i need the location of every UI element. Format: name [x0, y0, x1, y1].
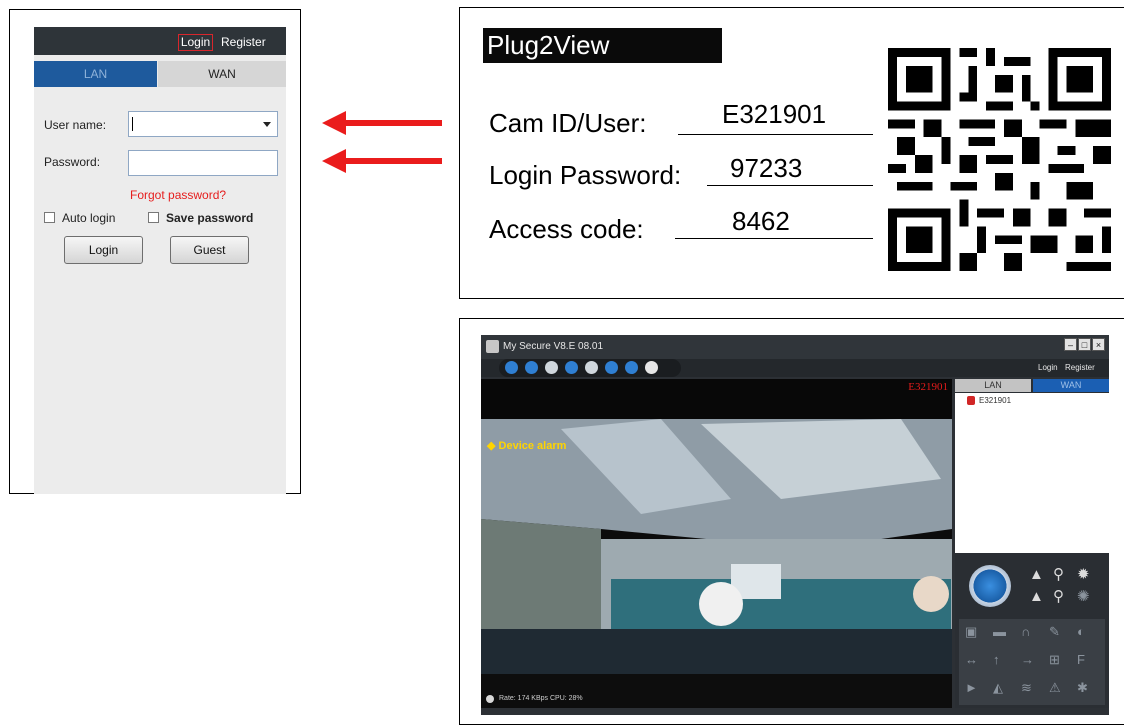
control-grid: ▣ ▬ ∩ ✎ ◐ ↔ ↑ → ⊞ F ► ◭ ≋ ⚠ ✱ — [959, 619, 1105, 705]
cam-id-underline — [678, 134, 873, 135]
arrow-head-icon — [322, 111, 346, 135]
video-feed[interactable]: E321901 ◆ Device alarm — [481, 379, 952, 708]
login-panel: Login Register LAN WAN User name: Passwo… — [9, 9, 301, 494]
cam-id-label: Cam ID/User: — [489, 108, 647, 138]
light-icon[interactable]: ◭ — [993, 681, 1003, 695]
search-icon[interactable] — [565, 361, 578, 374]
tilt-up-icon[interactable]: ▲ — [1029, 567, 1044, 582]
monitor-icon[interactable] — [605, 361, 618, 374]
auto-login-checkbox[interactable] — [44, 212, 55, 223]
wifi-icon[interactable]: ≋ — [1021, 681, 1032, 695]
access-code-label: Access code: — [489, 214, 644, 244]
app-login-link[interactable]: Login — [1038, 363, 1058, 372]
side-tab-lan[interactable]: LAN — [955, 379, 1031, 392]
app-title: My Secure V8.E 08.01 — [503, 341, 604, 352]
chevron-down-icon[interactable] — [263, 122, 271, 127]
brightness-up-icon[interactable]: ✹ — [1077, 567, 1090, 582]
qr-code — [888, 48, 1111, 271]
horizontal-icon[interactable]: ↔ — [965, 653, 978, 667]
zoom-in-icon[interactable]: ⚲ — [1053, 567, 1064, 582]
password-input[interactable] — [128, 150, 278, 176]
arrow-head-icon — [322, 149, 346, 173]
login-button[interactable]: Login — [64, 236, 143, 264]
power-icon[interactable]: ◐ — [1077, 625, 1085, 639]
arrow-shaft — [344, 120, 442, 126]
text-caret — [132, 117, 133, 131]
device-alarm-badge: ◆ Device alarm — [487, 440, 567, 452]
settings-icon[interactable]: ✱ — [1077, 681, 1088, 695]
app-register-link[interactable]: Register — [1065, 363, 1095, 372]
office-camera-image — [481, 379, 952, 708]
login-password-label: Login Password: — [489, 160, 682, 190]
side-tab-wan[interactable]: WAN — [1033, 379, 1109, 392]
top-login-link[interactable]: Login — [178, 34, 213, 51]
video-icon[interactable]: ▬ — [993, 625, 1006, 639]
login-dialog: Login Register LAN WAN User name: Passwo… — [34, 27, 286, 494]
play-icon[interactable]: ► — [965, 681, 978, 695]
headphone-icon[interactable]: ∩ — [1021, 625, 1030, 639]
auto-login-label: Auto login — [62, 211, 116, 225]
save-password-checkbox[interactable] — [148, 212, 159, 223]
app-title-bar: My Secure V8.E 08.01 – □ × — [481, 335, 1109, 359]
minimize-button[interactable]: – — [1064, 338, 1077, 351]
app-logo-icon — [486, 340, 499, 353]
arrow-shaft — [344, 158, 442, 164]
brand-banner: Plug2View — [483, 28, 722, 63]
alarm-icon[interactable]: ⚠ — [1049, 681, 1061, 695]
username-label: User name: — [44, 118, 107, 132]
tilt-down-icon[interactable]: ▲ — [1029, 589, 1044, 604]
login-password-value: 97233 — [730, 153, 803, 183]
lock-icon[interactable] — [585, 361, 598, 374]
top-register-link[interactable]: Register — [221, 35, 266, 49]
ptz-joystick[interactable] — [969, 565, 1011, 607]
snapshot-icon[interactable]: ▣ — [965, 625, 977, 639]
help-icon[interactable] — [625, 361, 638, 374]
camera-id-overlay: E321901 — [908, 381, 948, 393]
layout-icon[interactable] — [505, 361, 518, 374]
device-list: E321901 — [955, 393, 1109, 553]
guest-button[interactable]: Guest — [170, 236, 249, 264]
tab-lan[interactable]: LAN — [34, 61, 157, 87]
mic-icon[interactable]: ✎ — [1049, 625, 1060, 639]
app-toolbar — [481, 359, 1109, 377]
arrow-to-username — [322, 110, 442, 136]
record-icon[interactable] — [525, 361, 538, 374]
maximize-button[interactable]: □ — [1078, 338, 1091, 351]
login-password-underline — [707, 185, 873, 186]
arrow-to-password — [322, 148, 442, 174]
cam-id-value: E321901 — [722, 99, 827, 129]
tab-wan[interactable]: WAN — [158, 61, 286, 87]
access-code-underline — [675, 238, 873, 239]
login-top-bar: Login Register — [34, 27, 286, 55]
cruise-icon[interactable]: → — [1021, 653, 1034, 667]
status-info-icon — [486, 695, 494, 703]
side-panel: LAN WAN E321901 ▲ ⚲ ✹ ▲ ⚲ ✺ ▣ ▬ ∩ ✎ ◐ ↔ … — [955, 379, 1109, 708]
app-window: My Secure V8.E 08.01 – □ × Login Registe… — [481, 335, 1109, 715]
info-icon[interactable] — [645, 361, 658, 374]
camera-device-icon — [967, 396, 975, 405]
close-button[interactable]: × — [1092, 338, 1105, 351]
vertical-icon[interactable]: ↑ — [993, 653, 1000, 667]
device-list-item[interactable]: E321901 — [979, 396, 1011, 405]
save-password-label: Save password — [166, 211, 254, 225]
app-screenshot-frame: My Secure V8.E 08.01 – □ × Login Registe… — [459, 318, 1124, 725]
status-text: Rate: 174 KBps CPU: 28% — [499, 695, 583, 702]
password-label: Password: — [44, 155, 101, 169]
brightness-down-icon[interactable]: ✺ — [1077, 589, 1090, 604]
username-input[interactable] — [128, 111, 278, 137]
camera-label-card: Plug2View Cam ID/User: E321901 Login Pas… — [459, 7, 1124, 299]
flip-icon[interactable]: F — [1077, 653, 1085, 667]
zoom-out-icon[interactable]: ⚲ — [1053, 589, 1064, 604]
forgot-password-link[interactable]: Forgot password? — [130, 188, 226, 202]
camera-icon[interactable] — [545, 361, 558, 374]
access-code-value: 8462 — [732, 206, 790, 236]
preset-icon[interactable]: ⊞ — [1049, 653, 1060, 667]
